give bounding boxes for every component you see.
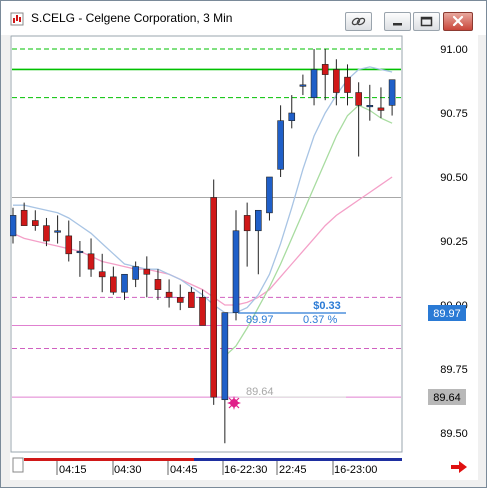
candle-body xyxy=(188,291,195,308)
candle-body xyxy=(87,253,95,270)
candle-body xyxy=(43,225,50,242)
price-tick: 90.50 xyxy=(440,172,468,184)
time-tick: 16-23:00 xyxy=(334,464,377,476)
candle-body xyxy=(355,92,362,106)
last-price-box: 89.97 xyxy=(428,305,466,321)
price-tick: 90.25 xyxy=(440,236,468,248)
time-tick: 04:30 xyxy=(114,464,142,476)
price-axis: 91.00 90.75 90.50 90.25 90.00 89.75 89.5… xyxy=(440,44,468,440)
candle-body xyxy=(221,312,229,401)
close-icon xyxy=(452,15,464,27)
minimize-button[interactable] xyxy=(384,12,411,31)
link-button[interactable] xyxy=(345,12,372,31)
time-axis: 04:15 04:30 04:45 16-22:30 22:45 16-23:0… xyxy=(12,457,467,476)
candle-body xyxy=(154,279,162,290)
close-button[interactable] xyxy=(443,12,473,31)
candle-body xyxy=(54,230,61,233)
candle-body xyxy=(344,76,351,93)
candle-body xyxy=(288,112,296,121)
session-bar-blue xyxy=(194,458,402,461)
candle-body xyxy=(255,209,262,232)
candle-body xyxy=(98,271,106,278)
candle-body xyxy=(121,273,128,293)
entry-price: 89.97 xyxy=(246,314,274,326)
price-tick: 89.75 xyxy=(440,364,468,376)
candle-body xyxy=(321,64,329,75)
title-bar[interactable]: S.CELG - Celgene Corporation, 3 Min xyxy=(1,1,486,35)
candle-body xyxy=(65,235,73,255)
candle-body xyxy=(165,291,173,298)
scroll-right-arrow-icon[interactable] xyxy=(451,461,467,473)
candle-body xyxy=(132,266,139,280)
marker-price-box: 89.64 xyxy=(428,389,466,405)
window-title: S.CELG - Celgene Corporation, 3 Min xyxy=(31,11,233,25)
candle-body xyxy=(143,268,151,275)
trade-marker-icon[interactable] xyxy=(227,396,241,410)
price-tick: 89.50 xyxy=(440,428,468,440)
candle-body xyxy=(10,215,17,237)
candle-body xyxy=(243,215,251,232)
candle-body xyxy=(232,230,240,313)
candle-body xyxy=(176,297,184,303)
candle-body xyxy=(377,107,385,111)
last-price-label: 89.97 xyxy=(433,308,461,320)
maximize-button[interactable] xyxy=(413,12,440,31)
candle-body xyxy=(210,197,217,398)
candle-body xyxy=(277,120,284,170)
chart-area[interactable]: 91.00 90.75 90.50 90.25 90.00 89.75 89.5… xyxy=(10,35,478,480)
candle-body xyxy=(388,79,396,106)
price-chart[interactable]: 91.00 90.75 90.50 90.25 90.00 89.75 89.5… xyxy=(10,35,478,480)
candle xyxy=(210,179,217,405)
minimize-icon xyxy=(393,23,402,26)
candle-body xyxy=(110,276,117,293)
candle-body xyxy=(31,220,39,226)
candle-body xyxy=(310,69,318,98)
maximize-icon xyxy=(420,16,433,27)
price-tick: 90.75 xyxy=(440,108,468,120)
candle-body xyxy=(266,176,273,214)
app-icon xyxy=(10,12,24,26)
candle-body xyxy=(299,84,307,87)
marker-price-label: 89.64 xyxy=(433,392,461,404)
time-tick: 04:15 xyxy=(59,464,87,476)
time-tick: 22:45 xyxy=(279,464,307,476)
price-tick: 91.00 xyxy=(440,44,468,56)
time-tick: 16-22:30 xyxy=(224,464,267,476)
scroll-start-box[interactable] xyxy=(12,457,24,473)
chart-window: S.CELG - Celgene Corporation, 3 Min 91.0… xyxy=(0,0,487,488)
session-bar-red xyxy=(24,458,194,461)
marker-price-text: 89.64 xyxy=(246,386,274,398)
candle-body xyxy=(20,209,28,226)
link-icon xyxy=(351,17,366,26)
candle-body xyxy=(366,105,374,108)
change-percent: 0.37 % xyxy=(303,314,337,326)
change-value: $0.33 xyxy=(313,300,341,312)
candle-body xyxy=(199,297,206,326)
candle-body xyxy=(333,69,340,93)
time-tick: 04:45 xyxy=(170,464,198,476)
candle-body xyxy=(76,250,84,254)
